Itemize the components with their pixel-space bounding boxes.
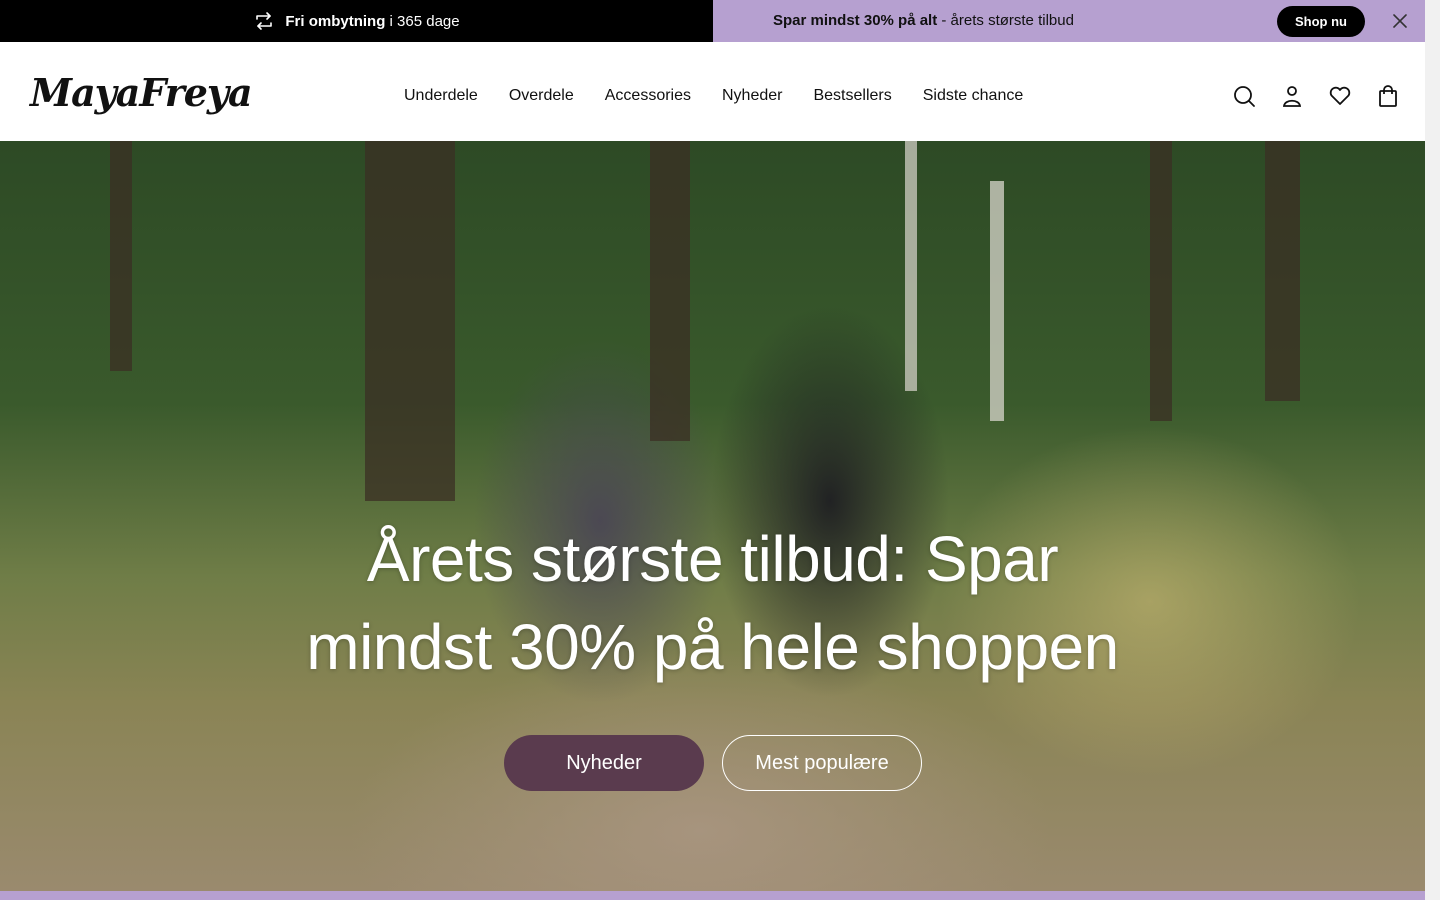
hero-banner: Årets største tilbud: Spar mindst 30% på… [0, 141, 1425, 891]
wishlist-heart-icon[interactable] [1328, 84, 1352, 108]
announcement-promo-bold: Spar mindst 30% på alt [773, 12, 938, 29]
brand-logo[interactable]: MayaFreya [30, 70, 253, 115]
announcement-promo: Spar mindst 30% på alt - årets største t… [713, 0, 1425, 42]
page-scrollbar[interactable] [1425, 0, 1440, 900]
bottom-accent-strip [0, 891, 1425, 900]
announcement-left-text: i 365 dage [385, 12, 460, 30]
announcement-left-bold: Fri ombytning [285, 12, 386, 30]
nav-item-overdele[interactable]: Overdele [509, 87, 574, 105]
shop-now-button[interactable]: Shop nu [1277, 6, 1365, 37]
most-popular-button[interactable]: Mest populære [722, 735, 922, 791]
exchange-arrows-icon [253, 10, 275, 32]
nav-item-nyheder[interactable]: Nyheder [722, 87, 782, 105]
hero-title-line-1: Årets største tilbud: Spar [366, 523, 1059, 595]
header-actions [1232, 84, 1400, 108]
announcement-promo-text: - årets største tilbud [937, 12, 1074, 29]
site-header: MayaFreya Underdele Overdele Accessories… [0, 42, 1425, 141]
close-icon[interactable] [1390, 11, 1410, 31]
nav-item-accessories[interactable]: Accessories [605, 87, 691, 105]
search-icon[interactable] [1232, 84, 1256, 108]
account-icon[interactable] [1280, 84, 1304, 108]
hero-title: Årets største tilbud: Spar mindst 30% på… [0, 515, 1425, 691]
nyheder-button[interactable]: Nyheder [504, 735, 704, 791]
announcement-bar: Fri ombytning i 365 dage Spar mindst 30%… [0, 0, 1425, 42]
nav-item-bestsellers[interactable]: Bestsellers [813, 87, 891, 105]
nav-item-underdele[interactable]: Underdele [404, 87, 478, 105]
hero-title-line-2: mindst 30% på hele shoppen [306, 611, 1119, 683]
cart-bag-icon[interactable] [1376, 84, 1400, 108]
main-nav: Underdele Overdele Accessories Nyheder B… [404, 87, 1023, 105]
announcement-exchange: Fri ombytning i 365 dage [0, 0, 713, 42]
nav-item-sidste-chance[interactable]: Sidste chance [923, 87, 1024, 105]
